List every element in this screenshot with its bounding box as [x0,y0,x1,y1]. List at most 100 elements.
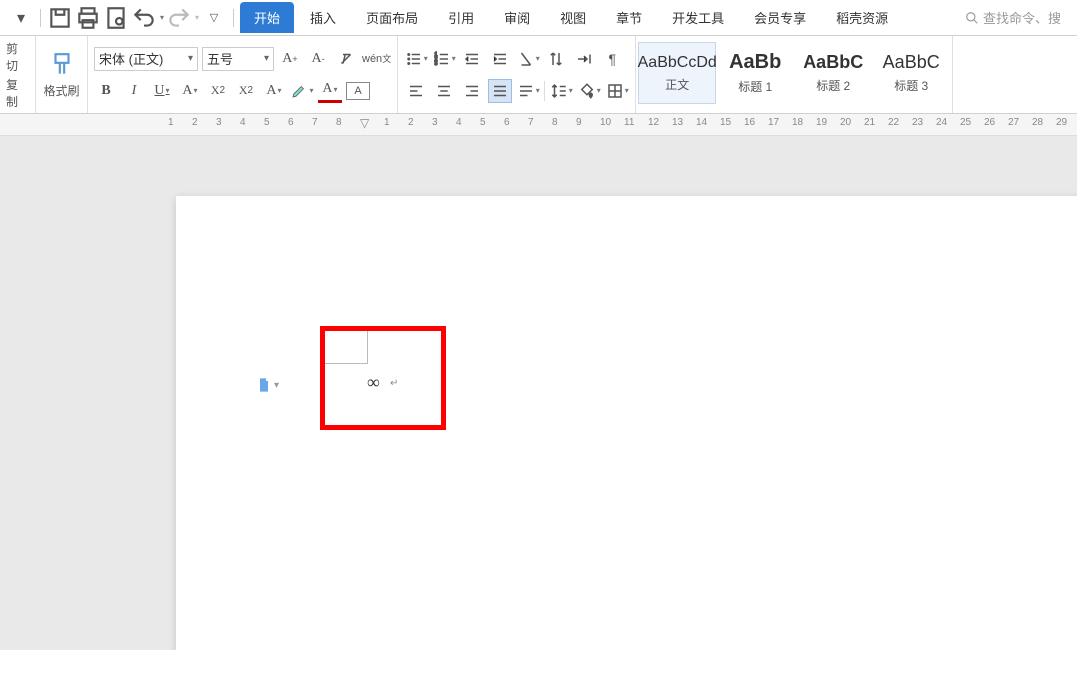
styles-group: AaBbCcDd 正文 AaBb 标题 1 AaBbC 标题 2 AaBbC 标… [636,36,953,113]
distribute-button[interactable]: ▾ [516,79,540,103]
ruler-tick: 4 [456,117,462,128]
infinity-symbol: ∞ [367,372,380,393]
bullets-button[interactable]: ▾ [404,47,428,71]
italic-button[interactable]: I [122,79,146,103]
ruler-tick: 11 [624,117,634,128]
style-heading3[interactable]: AaBbC 标题 3 [872,42,950,104]
ruler-tick: 26 [984,117,995,128]
style-label: 标题 2 [816,77,850,94]
undo-icon[interactable] [131,5,157,31]
ribbon: 剪切 复制 格式刷 宋体 (正文) ▾ 五号 ▾ A+ A- wén文 B I … [0,36,1077,114]
tab-page-layout[interactable]: 页面布局 [352,2,432,33]
strikethrough-button[interactable]: A▾ [178,79,202,103]
copy-label[interactable]: 复制 [6,76,29,110]
customize-qat-icon[interactable]: ▽ [201,5,227,31]
style-normal[interactable]: AaBbCcDd 正文 [638,42,716,104]
search-input[interactable]: 查找命令、搜 [957,5,1069,30]
tab-start[interactable]: 开始 [240,2,294,33]
style-preview: AaBbC [803,52,863,73]
grow-font-button[interactable]: A+ [278,47,302,71]
paragraph-mark-icon: ↵ [390,378,398,389]
style-preview: AaBbC [883,52,940,73]
tab-docer[interactable]: 稻壳资源 [822,2,902,33]
align-center-button[interactable] [432,79,456,103]
ruler-tick: 3 [432,117,438,128]
bold-button[interactable]: B [94,79,118,103]
underline-button[interactable]: U▾ [150,79,174,103]
subscript-button[interactable]: X2 [234,79,258,103]
align-justify-button[interactable] [488,79,512,103]
show-marks-button[interactable]: ¶ [600,47,624,71]
style-label: 正文 [665,76,689,93]
page-indicator-icon[interactable]: ▾ [256,376,279,394]
print-icon[interactable] [75,5,101,31]
tab-review[interactable]: 审阅 [490,2,544,33]
ruler-tick: 4 [240,117,246,128]
indent-marker-icon[interactable]: ▽ [360,116,369,130]
ruler-tick: 27 [1008,117,1019,128]
preview-icon[interactable] [103,5,129,31]
format-painter-icon[interactable] [49,50,75,80]
tab-member[interactable]: 会员专享 [740,2,820,33]
align-right-button[interactable] [460,79,484,103]
page[interactable] [176,196,1077,650]
numbering-button[interactable]: 123▾ [432,47,456,71]
horizontal-ruler[interactable]: 87654321▽1234567891011121314151617181920… [0,114,1077,136]
ruler-tick: 29 [1056,117,1067,128]
decrease-indent-button[interactable] [460,47,484,71]
borders-button[interactable]: ▾ [605,79,629,103]
chevron-down-icon: ▾ [264,53,269,64]
ruler-tick: 6 [504,117,510,128]
style-label: 标题 3 [894,77,928,94]
tab-insert[interactable]: 插入 [296,2,350,33]
align-left-button[interactable] [404,79,428,103]
ruler-tick: 9 [576,117,582,128]
shrink-font-button[interactable]: A- [306,47,330,71]
ruler-tick: 1 [384,117,390,128]
search-placeholder: 查找命令、搜 [983,8,1061,27]
style-preview: AaBbCcDd [638,54,717,72]
line-spacing-button[interactable]: ▾ [549,79,573,103]
text-direction-button[interactable]: ▾ [516,47,540,71]
text-effects-button[interactable]: A▾ [262,79,286,103]
ruler-tick: 8 [552,117,558,128]
style-heading2[interactable]: AaBbC 标题 2 [794,42,872,104]
increase-indent-button[interactable] [488,47,512,71]
ruler-tick: 8 [336,117,342,128]
save-icon[interactable] [47,5,73,31]
format-painter-group: 格式刷 [36,36,88,113]
font-size-select[interactable]: 五号 ▾ [202,47,274,71]
ruler-tick: 19 [816,117,827,128]
ruler-tick: 6 [288,117,294,128]
sort-button[interactable] [544,47,568,71]
tab-section[interactable]: 章节 [602,2,656,33]
ruler-tick: 7 [528,117,534,128]
font-name-select[interactable]: 宋体 (正文) ▾ [94,47,198,71]
ruler-tick: 5 [480,117,486,128]
style-heading1[interactable]: AaBb 标题 1 [716,42,794,104]
ruler-tick: 15 [720,117,731,128]
chevron-down-icon: ▾ [188,53,193,64]
font-color-button[interactable]: A▾ [318,79,342,103]
dropdown-icon[interactable]: ▾ [8,5,34,31]
tab-button[interactable] [572,47,596,71]
phonetic-guide-button[interactable]: wén文 [362,47,391,71]
ruler-tick: 7 [312,117,318,128]
tab-references[interactable]: 引用 [434,2,488,33]
ruler-tick: 2 [192,117,198,128]
undo-dropdown-icon[interactable]: ▾ [160,13,164,22]
tab-developer[interactable]: 开发工具 [658,2,738,33]
ruler-tick: 12 [648,117,659,128]
format-painter-label[interactable]: 格式刷 [43,82,79,99]
superscript-button[interactable]: X2 [206,79,230,103]
clear-formatting-button[interactable] [334,47,358,71]
svg-text:3: 3 [434,61,437,67]
highlight-button[interactable]: ▾ [290,79,314,103]
style-preview: AaBb [729,51,781,74]
shading-button[interactable]: ▾ [577,79,601,103]
cut-label[interactable]: 剪切 [6,40,29,74]
redo-icon[interactable] [166,5,192,31]
character-border-button[interactable]: A [346,82,370,100]
redo-dropdown-icon[interactable]: ▾ [195,13,199,22]
tab-view[interactable]: 视图 [546,2,600,33]
